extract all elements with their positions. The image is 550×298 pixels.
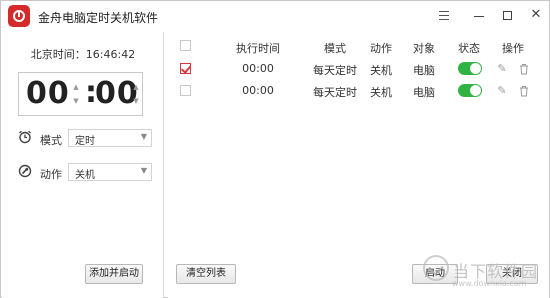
row-action: 关机 [370,64,392,77]
clear-list-button[interactable]: 清空列表 [176,264,236,284]
row-action: 关机 [370,86,392,99]
app-window: 金舟电脑定时关机软件 ✕ 北京时间：16:46:42 00 ▲ ▼ : 00 ▲… [0,0,550,298]
edit-icon[interactable]: ✎ [496,85,508,97]
mode-select[interactable]: 定时 ▼ [68,129,152,147]
select-all-checkbox[interactable] [180,40,191,51]
minutes-down-icon[interactable]: ▼ [132,97,140,105]
header-operations: 操作 [502,42,524,55]
window-title: 金舟电脑定时关机软件 [38,11,159,25]
settings-panel: 北京时间：16:46:42 00 ▲ ▼ : 00 ▲ ▼ 模式 定时 ▼ 动作… [2,32,164,298]
row-exec-time: 00:00 [242,84,274,97]
chevron-down-icon: ▼ [140,132,147,141]
trash-icon[interactable] [518,85,530,97]
minimize-button[interactable] [468,5,490,25]
header-status: 状态 [458,42,480,55]
title-bar: 金舟电脑定时关机软件 ✕ [1,1,549,31]
watermark-url: www.downxia.com [452,279,527,288]
table-header: 执行时间 模式 动作 对象 状态 操作 [168,32,549,58]
add-and-start-button[interactable]: 添加并启动 [85,264,143,284]
action-select-value: 关机 [75,170,95,181]
menu-icon[interactable] [433,5,455,25]
header-target: 对象 [413,42,435,55]
edit-icon[interactable]: ✎ [496,63,508,75]
row-exec-time: 00:00 [242,62,274,75]
row-checkbox[interactable] [180,85,191,96]
action-select[interactable]: 关机 ▼ [68,163,152,181]
app-logo-icon [8,5,30,27]
mode-select-value: 定时 [75,136,95,147]
time-picker[interactable]: 00 ▲ ▼ : 00 ▲ ▼ [18,72,143,116]
hours-up-icon[interactable]: ▲ [72,83,80,91]
maximize-button[interactable] [497,5,519,25]
close-window-button[interactable]: ✕ [525,5,547,25]
row-target: 电脑 [413,86,435,99]
row-checkbox[interactable] [180,63,191,74]
wrench-icon [18,164,32,178]
alarm-clock-icon [19,130,31,144]
trash-icon[interactable] [518,63,530,75]
chevron-down-icon: ▼ [140,166,147,175]
hours-field[interactable]: 00 [26,76,70,111]
status-toggle[interactable] [458,84,482,97]
action-label: 动作 [40,168,62,181]
minutes-up-icon[interactable]: ▲ [132,83,140,91]
hours-down-icon[interactable]: ▼ [72,97,80,105]
beijing-time-label: 北京时间：16:46:42 [30,48,136,61]
minutes-field[interactable]: 00 [95,76,139,111]
header-exec-time: 执行时间 [236,42,280,55]
status-toggle[interactable] [458,62,482,75]
header-mode: 模式 [324,42,346,55]
row-mode: 每天定时 [313,86,357,99]
watermark-logo-icon [423,255,449,281]
row-mode: 每天定时 [313,64,357,77]
mode-label: 模式 [40,134,62,147]
row-target: 电脑 [413,64,435,77]
header-action: 动作 [370,42,392,55]
